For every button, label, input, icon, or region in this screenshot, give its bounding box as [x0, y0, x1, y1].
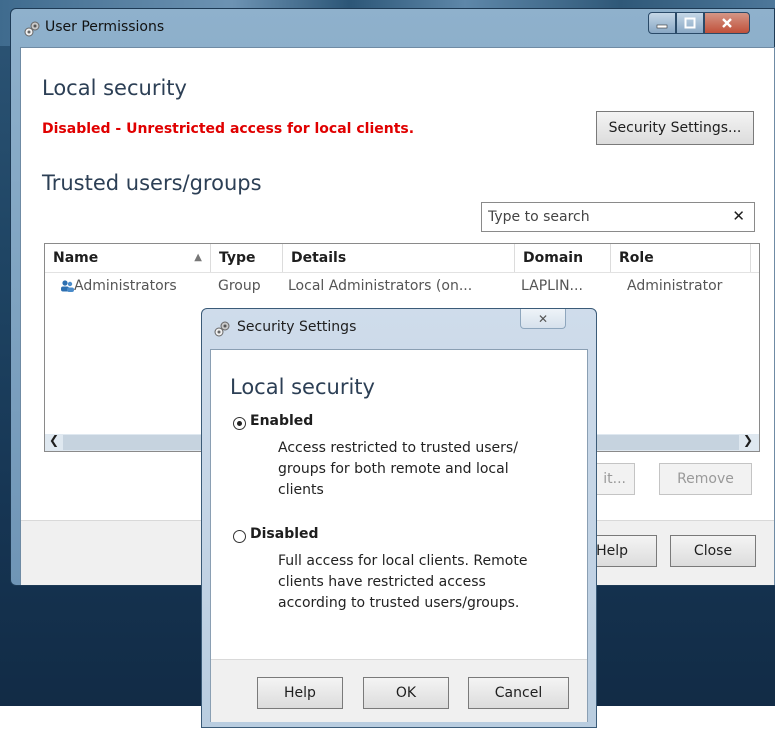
- dialog-footer: Help OK Cancel: [211, 659, 587, 722]
- dialog-title: Security Settings: [237, 319, 357, 335]
- close-button[interactable]: Close: [670, 535, 756, 567]
- window-controls: [648, 12, 750, 34]
- column-header-name[interactable]: Name ▲: [45, 244, 211, 272]
- cell-role: Administrator: [627, 278, 723, 294]
- description-line: Full access for local clients. Remote: [278, 553, 528, 569]
- cell-type: Group: [218, 278, 261, 294]
- window-close-button[interactable]: [704, 12, 750, 34]
- description-line: according to trusted users/groups.: [278, 595, 520, 611]
- table-row[interactable]: Administrators Group Local Administrator…: [45, 275, 759, 297]
- table-header: Name ▲ Type Details Domain Role: [45, 244, 759, 273]
- search-box: ✕: [481, 202, 755, 232]
- status-warning: Disabled - Unrestricted access for local…: [42, 121, 415, 137]
- window-title: User Permissions: [45, 19, 165, 35]
- user-group-icon: [61, 280, 74, 292]
- disabled-radio[interactable]: [233, 530, 246, 543]
- maximize-icon: [684, 17, 696, 29]
- security-settings-button[interactable]: Security Settings...: [596, 111, 754, 145]
- minimize-button[interactable]: [648, 12, 676, 34]
- enabled-description: Access restricted to trusted users/ grou…: [278, 438, 518, 501]
- scroll-left-icon[interactable]: ❮: [49, 433, 59, 447]
- dialog-client-area: Local security Enabled Access restricted…: [210, 349, 588, 722]
- dialog-close-button[interactable]: ✕: [520, 309, 566, 329]
- scroll-right-icon[interactable]: ❯: [743, 433, 753, 447]
- close-icon: [722, 18, 732, 28]
- remove-button[interactable]: Remove: [659, 463, 752, 495]
- enabled-radio[interactable]: [233, 417, 246, 430]
- dialog-heading: Local security: [230, 375, 375, 399]
- maximize-button[interactable]: [676, 12, 704, 34]
- local-security-heading: Local security: [42, 76, 187, 100]
- description-line: Access restricted to trusted users/: [278, 440, 518, 456]
- ok-button[interactable]: OK: [363, 677, 449, 709]
- security-settings-dialog: Security Settings ✕ Local security Enabl…: [201, 308, 597, 728]
- trusted-users-heading: Trusted users/groups: [42, 171, 262, 195]
- column-header-role[interactable]: Role: [611, 244, 751, 272]
- cancel-button[interactable]: Cancel: [468, 677, 569, 709]
- description-line: groups for both remote and local: [278, 461, 509, 477]
- dialog-help-button[interactable]: Help: [257, 677, 343, 709]
- enabled-label[interactable]: Enabled: [250, 413, 313, 429]
- minimize-icon: [656, 24, 668, 29]
- cell-name: Administrators: [74, 278, 177, 294]
- column-header-type[interactable]: Type: [211, 244, 283, 272]
- cell-domain: LAPLIN...: [521, 278, 583, 294]
- disabled-description: Full access for local clients. Remote cl…: [278, 551, 527, 614]
- gear-pair-icon: [24, 21, 40, 37]
- column-header-label: Name: [53, 250, 99, 266]
- column-header-domain[interactable]: Domain: [515, 244, 611, 272]
- disabled-label[interactable]: Disabled: [250, 526, 319, 542]
- gear-pair-icon: [214, 321, 230, 337]
- close-icon: ✕: [537, 311, 549, 326]
- search-input[interactable]: [486, 203, 720, 231]
- clear-search-icon[interactable]: ✕: [732, 207, 745, 225]
- cell-details: Local Administrators (on...: [288, 278, 473, 294]
- column-header-details[interactable]: Details: [283, 244, 515, 272]
- description-line: clients: [278, 482, 324, 498]
- sort-ascending-icon: ▲: [194, 252, 202, 263]
- description-line: clients have restricted access: [278, 574, 486, 590]
